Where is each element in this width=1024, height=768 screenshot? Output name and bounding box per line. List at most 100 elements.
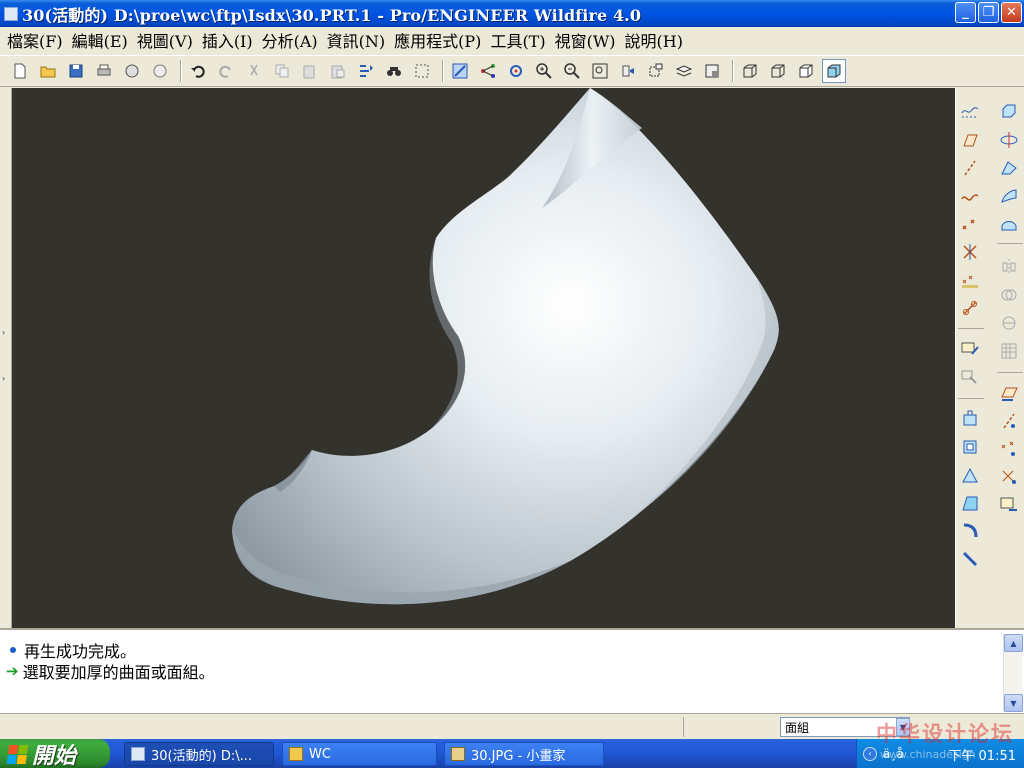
hidden-line-icon[interactable] <box>766 59 790 83</box>
zoom-in-icon[interactable] <box>532 59 556 83</box>
tray-expand-icon[interactable]: ‹ <box>863 746 877 761</box>
sketch-icon[interactable] <box>959 338 981 360</box>
menu-info[interactable]: 資訊(N) <box>324 28 392 52</box>
repaint-icon[interactable] <box>448 59 472 83</box>
undo-icon[interactable] <box>186 59 210 83</box>
regenerate-icon[interactable] <box>354 59 378 83</box>
minimize-button[interactable]: _ <box>955 2 976 23</box>
chamfer-icon[interactable] <box>959 548 981 570</box>
menu-tools[interactable]: 工具(T) <box>487 28 551 52</box>
paste-icon[interactable] <box>298 59 322 83</box>
datum-plane-icon[interactable] <box>959 129 981 151</box>
title-bar[interactable]: 30(活動的) D:\proe\wc\ftp\Isdx\30.PRT.1 - P… <box>0 0 1024 27</box>
task-label: WC <box>309 746 331 762</box>
mirror-icon[interactable] <box>998 256 1020 278</box>
orient-icon[interactable] <box>476 59 500 83</box>
chain-icon[interactable] <box>959 297 981 319</box>
rib-icon[interactable] <box>959 464 981 486</box>
merge-icon[interactable] <box>998 284 1020 306</box>
menu-analysis[interactable]: 分析(A) <box>259 28 324 52</box>
application-window: 30(活動的) D:\proe\wc\ftp\Isdx\30.PRT.1 - P… <box>0 0 1024 768</box>
navigator-collapse-strip[interactable]: › › <box>0 88 12 628</box>
scroll-up-icon[interactable]: ▲ <box>1004 634 1023 652</box>
datum-plane-display-icon[interactable] <box>959 100 981 122</box>
message-scrollbar[interactable]: ▲ ▼ <box>1003 634 1023 712</box>
taskbar-proe[interactable]: 30(活動的) D:\... <box>124 742 274 766</box>
menu-help[interactable]: 說明(H) <box>622 28 689 52</box>
draft-icon[interactable] <box>959 492 981 514</box>
model-view[interactable] <box>12 88 955 628</box>
menu-insert[interactable]: 插入(I) <box>199 28 259 52</box>
print-icon[interactable] <box>92 59 116 83</box>
window-controls: _ ❐ ✕ <box>955 2 1022 23</box>
revolve-tool-icon[interactable] <box>998 129 1020 151</box>
scroll-down-icon[interactable]: ▼ <box>1004 694 1023 712</box>
folder-icon <box>289 747 303 761</box>
menu-file[interactable]: 檔案(F) <box>4 28 69 52</box>
point-display-icon[interactable] <box>998 438 1020 460</box>
expand-arrow-icon[interactable]: › <box>2 374 5 383</box>
no-hidden-icon[interactable] <box>794 59 818 83</box>
select-box-icon[interactable] <box>410 59 434 83</box>
copy-icon[interactable] <box>270 59 294 83</box>
layers-icon[interactable] <box>672 59 696 83</box>
cut-icon[interactable] <box>242 59 266 83</box>
taskbar-wc-folder[interactable]: WC <box>282 742 437 766</box>
axis-display-icon[interactable] <box>998 410 1020 432</box>
datum-curve-icon[interactable] <box>959 185 981 207</box>
taskbar-paint[interactable]: 30.JPG - 小畫家 <box>444 742 604 766</box>
window-title: 30(活動的) D:\proe\wc\ftp\Isdx\30.PRT.1 - P… <box>22 5 642 25</box>
mail-icon[interactable] <box>120 59 144 83</box>
new-file-icon[interactable] <box>8 59 32 83</box>
boundary-blend-icon[interactable] <box>998 185 1020 207</box>
appearance-icon[interactable] <box>700 59 724 83</box>
extrude-icon[interactable] <box>959 408 981 430</box>
spin-center-icon[interactable] <box>504 59 528 83</box>
send-icon[interactable] <box>148 59 172 83</box>
expand-arrow-icon[interactable]: › <box>2 328 5 337</box>
model-surface[interactable] <box>232 88 779 605</box>
saved-views-icon[interactable] <box>644 59 668 83</box>
menu-edit[interactable]: 編輯(E) <box>69 28 134 52</box>
info-bullet-icon <box>10 647 16 653</box>
menu-applications[interactable]: 應用程式(P) <box>391 28 487 52</box>
message-text: 選取要加厚的曲面或面組。 <box>22 663 215 682</box>
datum-axis-icon[interactable] <box>959 157 981 179</box>
thicken-icon[interactable] <box>998 382 1020 404</box>
analysis-feature-icon[interactable] <box>959 269 981 291</box>
menu-window[interactable]: 視窗(W) <box>552 28 622 52</box>
menu-view[interactable]: 視圖(V) <box>134 28 199 52</box>
paste-special-icon[interactable] <box>326 59 350 83</box>
zoom-out-icon[interactable] <box>560 59 584 83</box>
trim-icon[interactable] <box>998 312 1020 334</box>
datum-point-icon[interactable] <box>959 213 981 235</box>
extrude-tool-icon[interactable] <box>998 100 1020 122</box>
csys-display-icon[interactable] <box>998 466 1020 488</box>
variable-section-sweep-icon[interactable] <box>998 157 1020 179</box>
menu-bar: 檔案(F) 編輯(E) 視圖(V) 插入(I) 分析(A) 資訊(N) 應用程式… <box>0 27 1024 53</box>
round-icon[interactable] <box>959 520 981 542</box>
find-icon[interactable] <box>382 59 406 83</box>
wireframe-icon[interactable] <box>738 59 762 83</box>
redo-icon[interactable] <box>214 59 238 83</box>
toolbar-separator <box>997 243 1023 244</box>
shading-icon[interactable] <box>822 59 846 83</box>
view-manager-icon[interactable] <box>616 59 640 83</box>
revolve-icon[interactable] <box>959 436 981 458</box>
status-bar: 面組 ▼ <box>0 713 1024 739</box>
save-icon[interactable] <box>64 59 88 83</box>
paint-icon <box>451 747 465 761</box>
restore-button[interactable]: ❐ <box>978 2 999 23</box>
toolbar-separator <box>732 60 734 82</box>
graphics-window[interactable] <box>12 88 955 628</box>
start-button[interactable]: 開始 <box>0 739 110 768</box>
plane-display-icon[interactable] <box>998 494 1020 516</box>
sketch-tool-icon[interactable] <box>959 366 981 388</box>
refit-icon[interactable] <box>588 59 612 83</box>
datum-csys-icon[interactable] <box>959 241 981 263</box>
app-icon[interactable] <box>4 6 18 21</box>
close-button[interactable]: ✕ <box>1001 2 1022 23</box>
style-tool-icon[interactable] <box>998 213 1020 235</box>
pattern-icon[interactable] <box>998 340 1020 362</box>
open-file-icon[interactable] <box>36 59 60 83</box>
